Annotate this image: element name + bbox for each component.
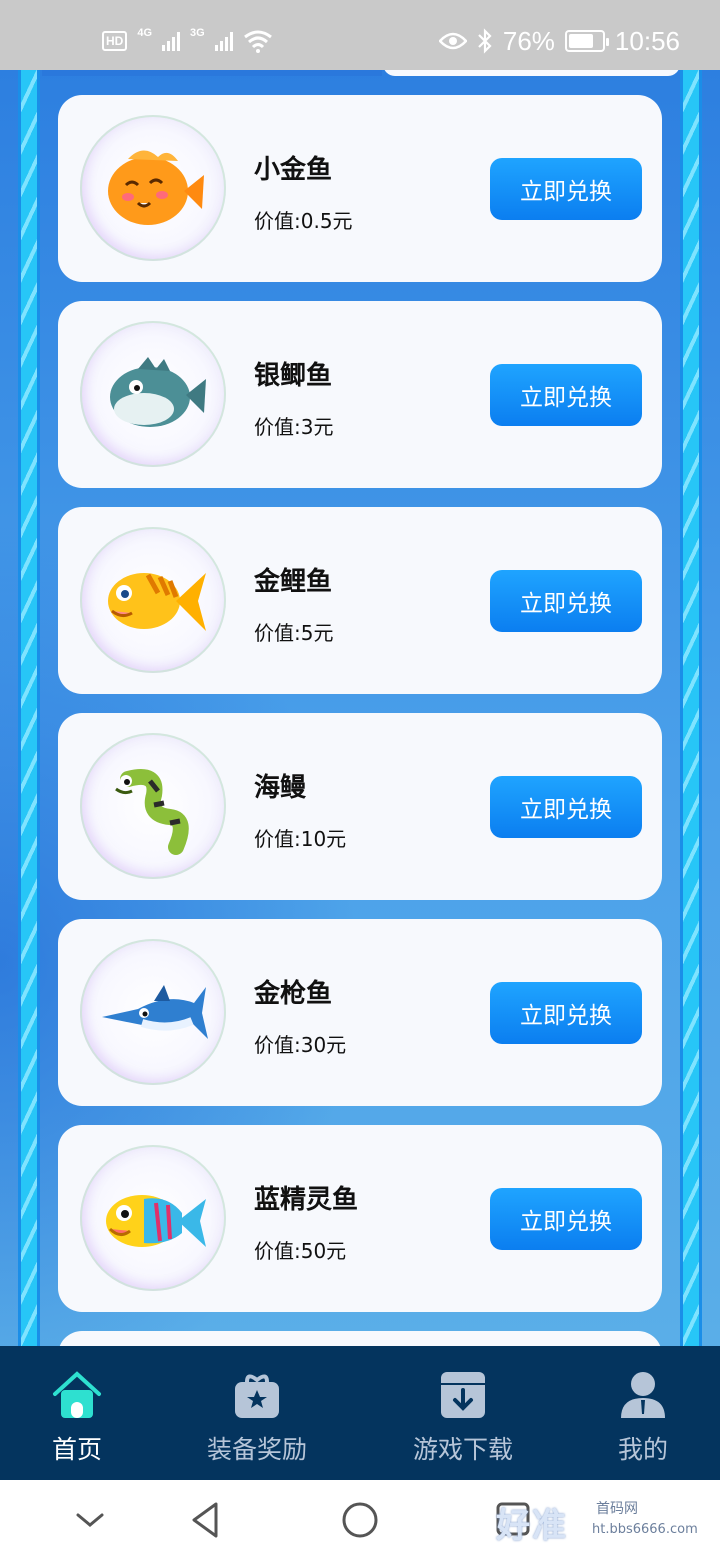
back-icon[interactable] xyxy=(186,1500,226,1540)
decorative-rail-left xyxy=(18,70,40,1346)
top-panel-edge xyxy=(383,70,680,76)
item-name: 小金鱼 xyxy=(254,155,333,185)
status-left: HD 4G 3G xyxy=(102,26,273,56)
item-card: 海鳗 价值:10元 立即兑换 xyxy=(58,713,662,900)
item-value: 价值:5元 xyxy=(254,621,334,645)
watermark-site-name: 首码网 xyxy=(596,1501,638,1517)
redeem-button[interactable]: 立即兑换 xyxy=(490,776,642,838)
nav-label-download: 游戏下载 xyxy=(412,1435,513,1464)
item-name: 金枪鱼 xyxy=(254,979,333,1009)
tuna-icon xyxy=(102,985,208,1039)
nav-item-rewards[interactable]: 装备奖励 xyxy=(177,1346,337,1480)
fish-bubble xyxy=(80,733,226,879)
redeem-button[interactable]: 立即兑换 xyxy=(490,1188,642,1250)
fish-bubble xyxy=(80,115,226,261)
watermark-logo: 好准 xyxy=(496,1506,568,1546)
golden-carp-icon xyxy=(108,573,206,631)
item-card: 金枪鱼 价值:30元 立即兑换 xyxy=(58,919,662,1106)
eye-icon xyxy=(438,32,467,50)
gift-icon xyxy=(235,1374,279,1418)
top-strip xyxy=(42,70,382,76)
item-value: 价值:10元 xyxy=(254,827,347,851)
item-value: 价值:30元 xyxy=(254,1033,347,1057)
redeem-button[interactable]: 立即兑换 xyxy=(490,364,642,426)
item-name: 银鲫鱼 xyxy=(254,361,333,391)
item-card: 小金鱼 价值:0.5元 立即兑换 xyxy=(58,95,662,282)
item-value: 价值:50元 xyxy=(254,1239,347,1263)
nav-label-mine: 我的 xyxy=(617,1435,668,1464)
nav-item-download[interactable]: 游戏下载 xyxy=(383,1346,543,1480)
sim2-network-label: 3G xyxy=(190,27,205,39)
nav-label-home: 首页 xyxy=(51,1435,102,1464)
fish-bubble xyxy=(80,321,226,467)
bluetooth-icon xyxy=(478,28,492,54)
status-right: 76% 10:56 xyxy=(438,25,680,56)
download-icon xyxy=(441,1372,485,1418)
battery-icon xyxy=(564,30,609,52)
system-nav-bar: 好准 首码网 ht.bbs6666.com xyxy=(0,1480,720,1560)
eel-icon xyxy=(115,769,189,855)
item-name: 金鲤鱼 xyxy=(254,567,333,597)
watermark-url: ht.bbs6666.com xyxy=(592,1522,698,1537)
profile-icon xyxy=(621,1372,665,1418)
redeem-button[interactable]: 立即兑换 xyxy=(490,570,642,632)
fish-bubble xyxy=(80,939,226,1085)
home-button-icon[interactable] xyxy=(340,1500,380,1540)
goldfish-icon xyxy=(108,150,204,225)
item-card: 金鲤鱼 价值:5元 立即兑换 xyxy=(58,507,662,694)
signal-icon xyxy=(214,31,233,51)
item-card: 银鲫鱼 价值:3元 立即兑换 xyxy=(58,301,662,488)
nav-label-rewards: 装备奖励 xyxy=(206,1435,307,1464)
battery-percent: 76% xyxy=(502,25,555,56)
signal-icon xyxy=(162,31,181,51)
fish-bubble xyxy=(80,527,226,673)
exchange-list-area[interactable]: 小金鱼 价值:0.5元 立即兑换 银鲫鱼 价值:3元 立即兑换 金鲤鱼 价值:5… xyxy=(0,70,720,1346)
item-card-partial xyxy=(58,1331,662,1346)
item-name: 海鳗 xyxy=(254,773,307,803)
watermark: 好准 首码网 ht.bbs6666.com xyxy=(496,1492,716,1552)
item-card: 蓝精灵鱼 价值:50元 立即兑换 xyxy=(58,1125,662,1312)
item-value: 价值:0.5元 xyxy=(254,209,353,233)
redeem-button[interactable]: 立即兑换 xyxy=(490,982,642,1044)
item-name: 蓝精灵鱼 xyxy=(254,1185,359,1215)
chevron-down-icon[interactable] xyxy=(70,1500,110,1540)
fish-bubble xyxy=(80,1145,226,1291)
status-bar: HD 4G 3G 76% 10:56 xyxy=(0,0,720,70)
wifi-icon xyxy=(243,30,272,53)
home-icon xyxy=(53,1371,101,1418)
clock: 10:56 xyxy=(614,25,680,56)
nav-item-home[interactable]: 首页 xyxy=(0,1346,157,1480)
item-value: 价值:3元 xyxy=(254,415,334,439)
battery-level xyxy=(568,34,594,48)
blue-sprite-fish-icon xyxy=(106,1195,206,1247)
bottom-nav: 首页 装备奖励 游戏下载 我的 xyxy=(0,1346,720,1480)
nav-item-mine[interactable]: 我的 xyxy=(563,1346,720,1480)
silver-carp-icon xyxy=(110,357,206,427)
redeem-button[interactable]: 立即兑换 xyxy=(490,158,642,220)
hd-badge: HD xyxy=(102,31,128,51)
decorative-rail-right xyxy=(680,70,702,1346)
sim1-network-label: 4G xyxy=(137,27,153,39)
